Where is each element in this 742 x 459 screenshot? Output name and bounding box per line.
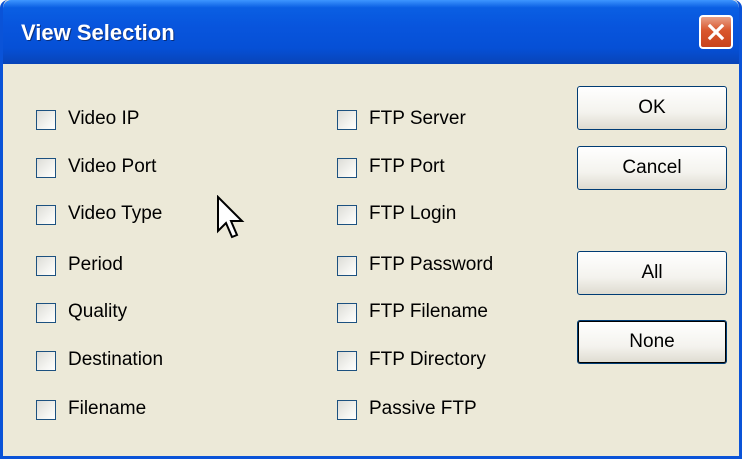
checkbox-label: Video Type — [68, 203, 163, 224]
all-button[interactable]: All — [577, 251, 727, 295]
checkbox-box[interactable] — [337, 351, 357, 371]
checkbox-label: Quality — [68, 301, 128, 322]
mouse-pointer-icon — [217, 195, 245, 239]
checkbox-label: FTP Directory — [369, 349, 486, 370]
checkbox-box[interactable] — [337, 205, 357, 225]
cancel-button[interactable]: Cancel — [577, 146, 727, 190]
close-icon — [707, 23, 725, 41]
checkbox-label: FTP Password — [369, 254, 494, 275]
checkbox-box[interactable] — [337, 256, 357, 276]
checkbox-label: Video IP — [68, 108, 140, 129]
checkbox-label: Video Port — [68, 156, 157, 177]
close-button[interactable] — [699, 15, 733, 49]
checkbox-box[interactable] — [337, 303, 357, 323]
checkbox-label: FTP Filename — [369, 301, 488, 322]
checkbox-box[interactable] — [337, 400, 357, 420]
checkbox-label: FTP Server — [369, 108, 466, 129]
checkbox-box[interactable] — [337, 158, 357, 178]
window-title: View Selection — [21, 20, 175, 45]
checkbox-box[interactable] — [36, 256, 56, 276]
checkbox-label: Period — [68, 254, 123, 275]
checkbox-label: Destination — [68, 349, 164, 370]
checkbox-box[interactable] — [36, 205, 56, 225]
checkbox-box[interactable] — [36, 351, 56, 371]
checkbox-label: Passive FTP — [369, 398, 477, 419]
title-bar[interactable]: View Selection — [3, 0, 739, 64]
none-button[interactable]: None — [577, 320, 727, 364]
ok-button[interactable]: OK — [577, 86, 727, 130]
checkbox-box[interactable] — [36, 303, 56, 323]
checkbox-box[interactable] — [36, 110, 56, 130]
checkbox-box[interactable] — [36, 158, 56, 178]
checkbox-label: FTP Port — [369, 156, 445, 177]
checkbox-label: Filename — [68, 398, 147, 419]
view-selection-dialog: View Selection Video IP Video Port Video… — [0, 0, 742, 459]
checkbox-box[interactable] — [337, 110, 357, 130]
checkbox-box[interactable] — [36, 400, 56, 420]
checkbox-label: FTP Login — [369, 203, 457, 224]
